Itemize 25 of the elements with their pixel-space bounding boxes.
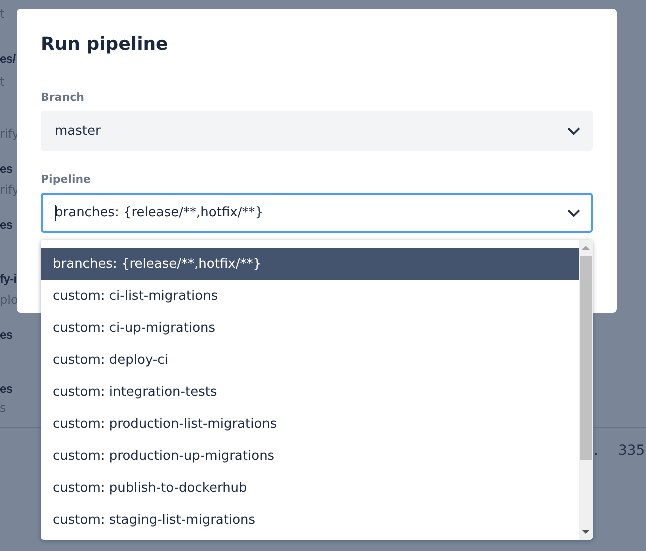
branch-select[interactable]: master [41,111,593,151]
chevron-down-icon [567,126,581,136]
dropdown-option[interactable]: custom: integration-tests [41,376,579,408]
background-title-text: es [0,217,13,234]
chevron-down-icon [567,208,581,218]
dropdown-option[interactable]: custom: ci-up-migrations [41,312,579,344]
dropdown-option[interactable]: custom: staging-list-migrations [41,504,579,536]
background-title-text: es/ [0,51,16,68]
background-title-text: es [0,381,13,398]
pipeline-select[interactable]: branches: {release/**,hotfix/**} [41,193,593,233]
branch-label: Branch [41,91,86,105]
dropdown-option[interactable]: branches: {release/**,hotfix/**} [41,248,579,280]
dropdown-option[interactable]: custom: production-up-migrations [41,440,579,472]
dropdown-option[interactable]: custom: production-list-migrations [41,408,579,440]
scrollbar[interactable] [579,240,593,540]
dropdown-option[interactable]: custom: deploy-ci [41,344,579,376]
dialog-title: Run pipeline [41,33,170,57]
background-title-text: fy-i [0,271,17,288]
dropdown-option[interactable]: custom: ci-list-migrations [41,280,579,312]
background-title-text: es [0,327,13,344]
background-table-cell: 335 [618,443,646,459]
pipeline-label: Pipeline [41,173,92,187]
background-table-cell: . [594,443,598,459]
background-title-text: es [0,161,13,178]
dropdown-option[interactable]: custom: publish-to-dockerhub [41,472,579,504]
